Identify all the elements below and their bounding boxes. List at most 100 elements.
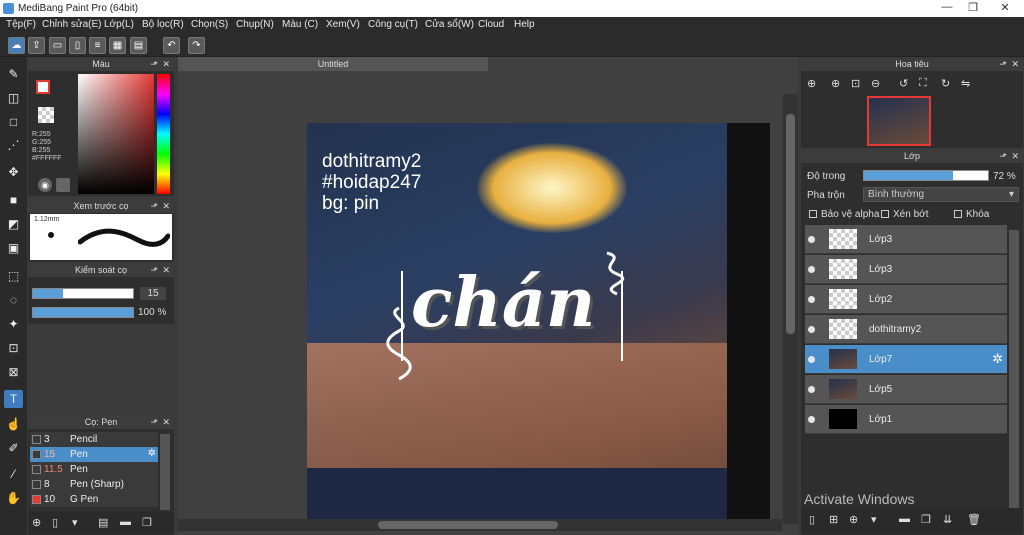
bucket-icon[interactable]: ◩	[4, 215, 23, 233]
flip-icon[interactable]: ⇋	[961, 77, 970, 90]
select-eraser-icon[interactable]: ⊠	[4, 363, 23, 381]
page-icon[interactable]: ▯	[69, 37, 86, 54]
layer-menu-icon[interactable]: ▾	[871, 513, 877, 526]
menu-cloud[interactable]: Cloud	[478, 19, 504, 30]
pen-tool-icon[interactable]: ⁄	[4, 465, 23, 483]
move-icon[interactable]: ✥	[4, 163, 23, 181]
redo-icon[interactable]: ↷	[188, 37, 205, 54]
artwork-canvas[interactable]: dothitramy2 #hoidap247 bg: pin chán	[307, 123, 770, 519]
brush-size-slider[interactable]	[32, 288, 134, 299]
layer-row[interactable]: Lớp3	[805, 255, 1007, 284]
close-icon[interactable]: ✕	[162, 58, 170, 71]
dot-icon[interactable]: ⋰	[4, 136, 23, 154]
menu-tools[interactable]: Công cụ(T)	[368, 19, 418, 30]
rotate-left-icon[interactable]: ↺	[899, 77, 908, 90]
canvas-vscroll-thumb[interactable]	[786, 114, 795, 334]
close-icon[interactable]: ✕	[162, 264, 170, 277]
brush-edit-icon[interactable]: ▤	[98, 516, 108, 529]
pin-icon[interactable]: ⬏	[999, 150, 1007, 163]
visibility-eye-icon[interactable]	[808, 326, 815, 333]
pin-icon[interactable]: ⬏	[150, 200, 158, 213]
menu-select[interactable]: Chọn(S)	[191, 19, 228, 30]
blend-mode-select[interactable]: Bình thường ▾	[863, 187, 1019, 202]
visibility-eye-icon[interactable]	[808, 356, 815, 363]
visibility-eye-icon[interactable]	[808, 296, 815, 303]
new-brush-icon[interactable]: ▯	[52, 516, 58, 529]
layer-row[interactable]: Lớp3	[805, 225, 1007, 254]
close-icon[interactable]: ✕	[1011, 58, 1019, 71]
layer-folder-icon[interactable]: ▬	[899, 513, 910, 525]
magic-wand-icon[interactable]: ✦	[4, 315, 23, 333]
visibility-eye-icon[interactable]	[808, 236, 815, 243]
fit-icon[interactable]: ⊡	[851, 77, 860, 90]
brush-list-item[interactable]: 11.5 Pen	[30, 462, 158, 477]
menu-layer[interactable]: Lớp(L)	[104, 19, 134, 30]
close-button[interactable]: ✕	[990, 1, 1020, 14]
new-layer-alt-icon[interactable]: ⊞	[829, 513, 838, 526]
transparent-swatch[interactable]	[38, 107, 54, 123]
brush-opacity-slider[interactable]	[32, 307, 134, 318]
visibility-eye-icon[interactable]	[808, 416, 815, 423]
close-icon[interactable]: ✕	[162, 200, 170, 213]
layer-row[interactable]: Lớp7 ✲	[805, 345, 1007, 374]
saturation-value-picker[interactable]	[78, 74, 154, 194]
brush-list-scrollbar[interactable]	[160, 434, 170, 510]
select-rect-icon[interactable]: ⬚	[4, 267, 23, 285]
layer-row[interactable]: Lớp1	[805, 405, 1007, 434]
text-icon[interactable]: T	[4, 390, 23, 408]
protect-alpha-checkbox[interactable]	[809, 210, 817, 218]
navigator-thumbnail[interactable]	[867, 96, 931, 146]
visibility-eye-icon[interactable]	[808, 266, 815, 273]
visibility-eye-icon[interactable]	[808, 386, 815, 393]
brush-menu-icon[interactable]: ▾	[72, 516, 78, 529]
layers-scrollbar[interactable]	[1009, 230, 1019, 510]
layer-opacity-slider[interactable]	[863, 170, 989, 181]
lasso-icon[interactable]: ◌	[4, 291, 23, 309]
layer-copy-icon[interactable]: ❐	[921, 513, 931, 526]
trash-icon[interactable]: 🗑	[967, 513, 981, 526]
menu-window[interactable]: Cửa sổ(W)	[425, 19, 474, 30]
foreground-color-swatch[interactable]	[36, 80, 50, 94]
menu-filter[interactable]: Bộ lọc(R)	[142, 19, 184, 30]
brush-size-value[interactable]: 15	[140, 287, 166, 300]
pin-icon[interactable]: ⬏	[999, 58, 1007, 71]
gradient-icon[interactable]: ▣	[4, 239, 23, 257]
grid-icon[interactable]: ▦	[109, 37, 126, 54]
layer-row[interactable]: Lớp2	[805, 285, 1007, 314]
maximize-button[interactable]: ❐	[958, 1, 988, 14]
fullscreen-icon[interactable]: ⛶	[919, 77, 927, 90]
fill-rect-icon[interactable]: ■	[4, 191, 23, 209]
canvas-hscroll[interactable]	[178, 519, 782, 531]
menu-view[interactable]: Xem(V)	[326, 19, 360, 30]
close-icon[interactable]: ✕	[1011, 150, 1019, 163]
rectangle-icon[interactable]: □	[4, 113, 23, 131]
eraser-icon[interactable]: ◫	[4, 89, 23, 107]
menu-edit[interactable]: Chỉnh sửa(E)	[42, 19, 102, 30]
rotate-right-icon[interactable]: ↻	[941, 77, 950, 90]
palette-icon[interactable]: ◉	[38, 178, 52, 192]
clip-checkbox[interactable]	[881, 210, 889, 218]
tiles-icon[interactable]: ▤	[130, 37, 147, 54]
brush-icon[interactable]: ✎	[4, 65, 23, 83]
menu-help[interactable]: Help	[514, 19, 535, 30]
copy-icon[interactable]: ❐	[142, 516, 152, 529]
gear-icon[interactable]: ✲	[992, 351, 1003, 367]
zoom-in-alt-icon[interactable]: ⊕	[831, 77, 840, 90]
canvas-hscroll-thumb[interactable]	[378, 521, 558, 529]
folder-icon[interactable]: ▬	[120, 516, 131, 528]
gear-icon[interactable]: ✲	[148, 448, 156, 459]
select-pen-icon[interactable]: ⊡	[4, 339, 23, 357]
zoom-out-icon[interactable]: ⊖	[871, 77, 880, 90]
pin-icon[interactable]: ⬏	[150, 264, 158, 277]
hand-pan-icon[interactable]: ✋	[4, 489, 23, 507]
layer-row[interactable]: dothitramy2	[805, 315, 1007, 344]
document-icon[interactable]: ≡	[89, 37, 106, 54]
brush-list-item[interactable]: 15 Pen ✲	[30, 447, 158, 462]
pin-icon[interactable]: ⬏	[150, 416, 158, 429]
lock-checkbox[interactable]	[954, 210, 962, 218]
undo-icon[interactable]: ↶	[163, 37, 180, 54]
canvas-vscroll[interactable]	[783, 94, 798, 524]
hue-slider[interactable]	[157, 74, 170, 194]
upload-icon[interactable]: ⇪	[28, 37, 45, 54]
add-brush-icon[interactable]: ⊕	[32, 516, 41, 529]
